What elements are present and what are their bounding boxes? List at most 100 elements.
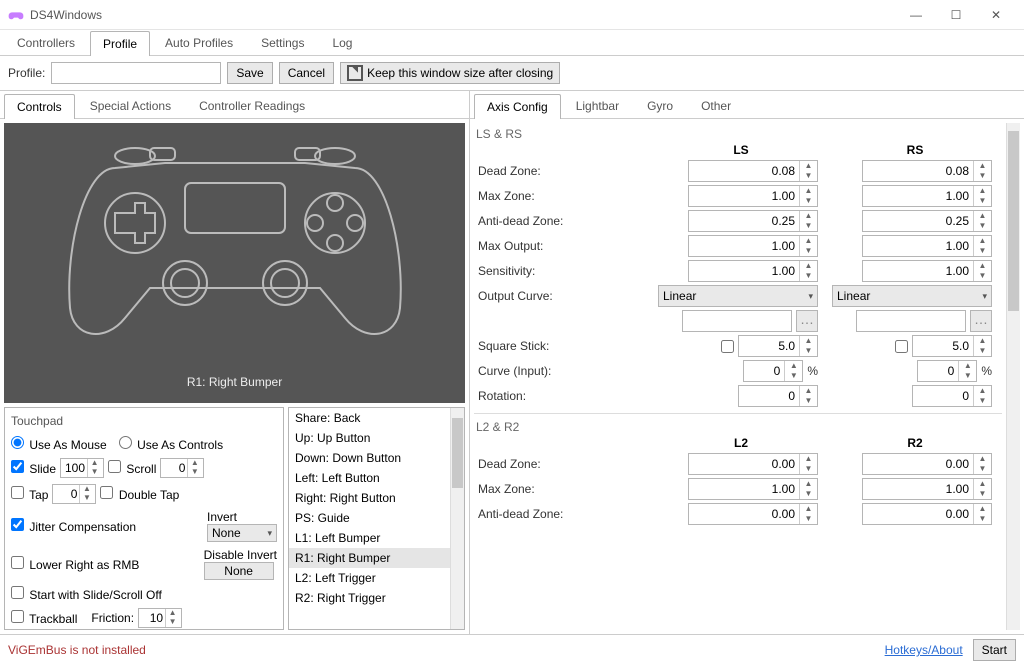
- maximize-button[interactable]: ☐: [936, 1, 976, 29]
- mapping-item[interactable]: Right: Right Button: [289, 488, 450, 508]
- tab-lightbar[interactable]: Lightbar: [563, 93, 632, 118]
- anti-dead-zone-label: Anti-dead Zone:: [474, 214, 654, 228]
- tab-gyro[interactable]: Gyro: [634, 93, 686, 118]
- ls-curve-path-input[interactable]: [682, 310, 792, 332]
- slide-value[interactable]: ▲▼: [60, 458, 104, 478]
- friction-label: Friction:: [91, 611, 134, 625]
- mappings-list: Share: BackUp: Up ButtonDown: Down Butto…: [288, 407, 465, 630]
- right-scrollbar[interactable]: [1006, 123, 1020, 630]
- ls-dead-zone-value[interactable]: ▲▼: [688, 160, 818, 182]
- tab-auto-profiles[interactable]: Auto Profiles: [152, 30, 246, 55]
- l2-r2-section-label: L2 & R2: [476, 420, 1002, 434]
- hotkeys-about-link[interactable]: Hotkeys/About: [885, 643, 963, 657]
- mapping-item[interactable]: R1: Right Bumper: [289, 548, 450, 568]
- mapping-item[interactable]: Share: Back: [289, 408, 450, 428]
- tab-controllers[interactable]: Controllers: [4, 30, 88, 55]
- minimize-button[interactable]: —: [896, 1, 936, 29]
- mapping-item[interactable]: Up: Up Button: [289, 428, 450, 448]
- mapping-item[interactable]: L1: Left Bumper: [289, 528, 450, 548]
- cancel-button[interactable]: Cancel: [279, 62, 334, 84]
- l2r2-dead-zone-label: Dead Zone:: [474, 457, 654, 471]
- tab-profile[interactable]: Profile: [90, 31, 150, 56]
- output-curve-label: Output Curve:: [474, 289, 654, 303]
- disable-invert-combo[interactable]: None: [204, 562, 274, 580]
- resize-icon: [347, 65, 363, 81]
- close-button[interactable]: ✕: [976, 1, 1016, 29]
- l2-max-zone-value[interactable]: ▲▼: [688, 478, 818, 500]
- invert-combo[interactable]: None▾: [207, 524, 277, 542]
- ls-rotation-value[interactable]: ▲▼: [738, 385, 818, 407]
- l2-anti-dead-zone-value[interactable]: ▲▼: [688, 503, 818, 525]
- profile-label: Profile:: [8, 66, 45, 80]
- rs-sensitivity-value[interactable]: ▲▼: [862, 260, 992, 282]
- rs-curve-browse-button[interactable]: …: [970, 310, 992, 332]
- mapping-item[interactable]: Left: Left Button: [289, 468, 450, 488]
- mapping-item[interactable]: R2: Right Trigger: [289, 588, 450, 608]
- ls-anti-dead-zone-value[interactable]: ▲▼: [688, 210, 818, 232]
- mapping-item[interactable]: Down: Down Button: [289, 448, 450, 468]
- rs-curve-path-input[interactable]: [856, 310, 966, 332]
- scroll-value[interactable]: ▲▼: [160, 458, 204, 478]
- l2r2-max-zone-label: Max Zone:: [474, 482, 654, 496]
- ls-square-stick-checkbox[interactable]: [721, 340, 734, 353]
- rs-square-stick-checkbox[interactable]: [895, 340, 908, 353]
- friction-value[interactable]: ▲▼: [138, 608, 182, 628]
- keep-window-size-toggle[interactable]: Keep this window size after closing: [340, 62, 560, 84]
- ls-square-stick-value[interactable]: ▲▼: [738, 335, 818, 357]
- controller-diagram[interactable]: R1: Right Bumper: [4, 123, 465, 403]
- lower-right-rmb-checkbox[interactable]: Lower Right as RMB: [11, 556, 139, 572]
- rs-curve-input-value[interactable]: ▲▼: [917, 360, 977, 382]
- profile-bar: Profile: Save Cancel Keep this window si…: [0, 56, 1024, 90]
- profile-name-input[interactable]: [51, 62, 221, 84]
- tab-settings[interactable]: Settings: [248, 30, 317, 55]
- l2-dead-zone-value[interactable]: ▲▼: [688, 453, 818, 475]
- ls-curve-browse-button[interactable]: …: [796, 310, 818, 332]
- scrollbar[interactable]: [450, 408, 464, 629]
- tab-log[interactable]: Log: [319, 30, 365, 55]
- ls-curve-input-value[interactable]: ▲▼: [743, 360, 803, 382]
- rs-max-output-value[interactable]: ▲▼: [862, 235, 992, 257]
- invert-label: Invert: [207, 510, 277, 524]
- rs-rotation-value[interactable]: ▲▼: [912, 385, 992, 407]
- rs-anti-dead-zone-value[interactable]: ▲▼: [862, 210, 992, 232]
- ls-max-zone-value[interactable]: ▲▼: [688, 185, 818, 207]
- rs-max-zone-value[interactable]: ▲▼: [862, 185, 992, 207]
- max-output-label: Max Output:: [474, 239, 654, 253]
- jitter-checkbox[interactable]: Jitter Compensation: [11, 518, 136, 534]
- ls-sensitivity-value[interactable]: ▲▼: [688, 260, 818, 282]
- save-button[interactable]: Save: [227, 62, 272, 84]
- r2-anti-dead-zone-value[interactable]: ▲▼: [862, 503, 992, 525]
- ls-max-output-value[interactable]: ▲▼: [688, 235, 818, 257]
- ls-output-curve-combo[interactable]: Linear▾: [658, 285, 818, 307]
- trackball-checkbox[interactable]: Trackball: [11, 610, 77, 626]
- tap-checkbox[interactable]: Tap: [11, 486, 48, 502]
- disable-invert-label: Disable Invert: [204, 548, 277, 562]
- tab-axis-config[interactable]: Axis Config: [474, 94, 561, 119]
- rs-square-stick-value[interactable]: ▲▼: [912, 335, 992, 357]
- rs-dead-zone-value[interactable]: ▲▼: [862, 160, 992, 182]
- tab-controls[interactable]: Controls: [4, 94, 75, 119]
- tap-value[interactable]: ▲▼: [52, 484, 96, 504]
- mapping-item[interactable]: L2: Left Trigger: [289, 568, 450, 588]
- r2-header: R2: [828, 436, 1002, 450]
- scroll-checkbox[interactable]: Scroll: [108, 460, 156, 476]
- double-tap-checkbox[interactable]: Double Tap: [100, 486, 179, 502]
- tab-other[interactable]: Other: [688, 93, 744, 118]
- r2-max-zone-value[interactable]: ▲▼: [862, 478, 992, 500]
- touchpad-group: Touchpad Use As Mouse Use As Controls Sl…: [4, 407, 284, 630]
- start-slide-scroll-off-checkbox[interactable]: Start with Slide/Scroll Off: [11, 586, 162, 602]
- status-message: ViGEmBus is not installed: [8, 643, 875, 657]
- r2-dead-zone-value[interactable]: ▲▼: [862, 453, 992, 475]
- rs-output-curve-combo[interactable]: Linear▾: [832, 285, 992, 307]
- slide-checkbox[interactable]: Slide: [11, 460, 56, 476]
- rotation-label: Rotation:: [474, 389, 654, 403]
- tab-special-actions[interactable]: Special Actions: [77, 93, 184, 118]
- ls-header: LS: [654, 143, 828, 157]
- curve-input-label: Curve (Input):: [474, 364, 654, 378]
- tab-controller-readings[interactable]: Controller Readings: [186, 93, 318, 118]
- use-as-controls-radio[interactable]: Use As Controls: [119, 436, 223, 452]
- right-subtabs: Axis Config Lightbar Gyro Other: [470, 91, 1024, 119]
- start-button[interactable]: Start: [973, 639, 1016, 661]
- use-as-mouse-radio[interactable]: Use As Mouse: [11, 436, 107, 452]
- mapping-item[interactable]: PS: Guide: [289, 508, 450, 528]
